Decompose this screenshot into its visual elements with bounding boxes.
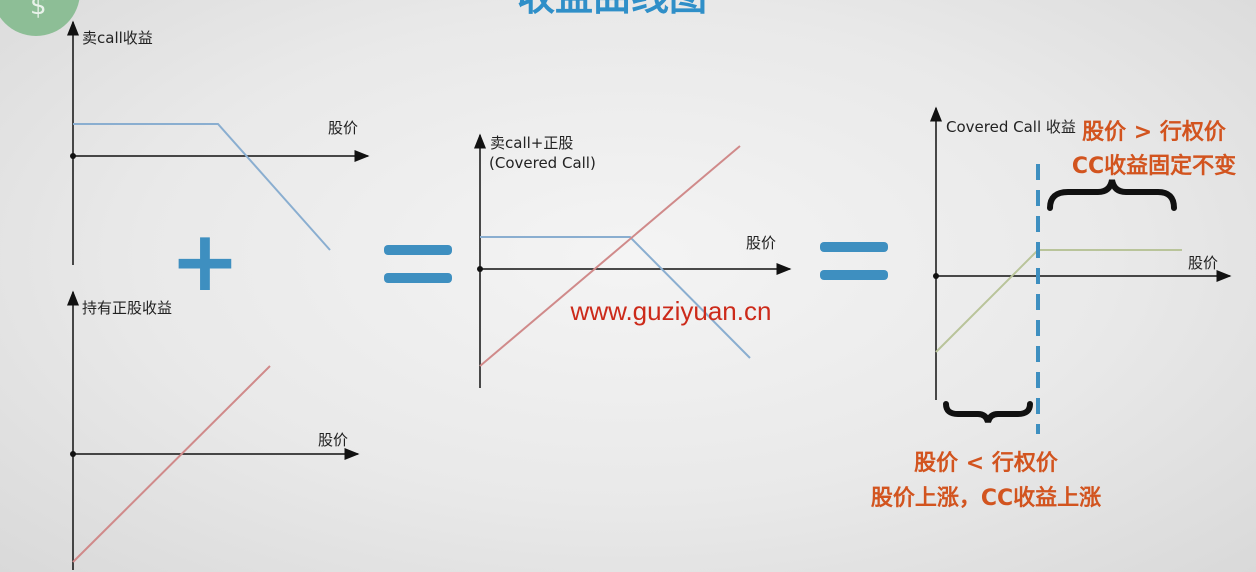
- annotation-below-strike-1: 股价 < 行权价: [914, 450, 1059, 476]
- x-axis-label: 股价: [1188, 254, 1218, 272]
- x-axis-label: 股价: [746, 234, 776, 252]
- origin-dot: [70, 451, 76, 457]
- y-axis-label: 持有正股收益: [82, 299, 172, 317]
- svg-text:$: $: [30, 0, 47, 21]
- hold-stock-chart: 持有正股收益 股价: [67, 290, 360, 570]
- equals-operator-1: [384, 245, 452, 283]
- annotation-above-strike-1: 股价 > 行权价: [1082, 119, 1227, 145]
- stock-payoff-line: [72, 365, 271, 563]
- lower-brace: [943, 401, 1033, 423]
- page-title: 收益曲线图: [517, 0, 707, 19]
- y-axis-label: 卖call收益: [82, 29, 153, 47]
- dollar-badge-icon: $: [0, 0, 80, 36]
- upper-brace: [1047, 179, 1177, 211]
- origin-dot: [70, 153, 76, 159]
- y-axis-label-line1: 卖call+正股: [490, 134, 573, 152]
- y-axis-label-line2: (Covered Call): [489, 154, 596, 172]
- watermark: www.guziyuan.cn: [570, 296, 772, 326]
- combined-chart: 卖call+正股 (Covered Call) 股价: [474, 133, 792, 388]
- origin-dot: [477, 266, 483, 272]
- x-axis-label: 股价: [328, 119, 358, 137]
- plus-operator: +: [170, 212, 240, 310]
- annotation-below-strike-2: 股价上涨，CC收益上涨: [871, 485, 1101, 511]
- origin-dot: [933, 273, 939, 279]
- annotation-above-strike-2: CC收益固定不变: [1072, 153, 1236, 179]
- covered-call-payoff-line: [935, 249, 1182, 353]
- payoff-diagram: $ 收益曲线图 卖call收益 股价 + 持有正股收益 股价 卖call+正股 …: [0, 0, 1236, 570]
- stock-payoff-line: [479, 145, 741, 367]
- equals-operator-2: [820, 242, 888, 280]
- x-axis-label: 股价: [318, 431, 348, 449]
- y-axis-label: Covered Call 收益: [946, 118, 1076, 136]
